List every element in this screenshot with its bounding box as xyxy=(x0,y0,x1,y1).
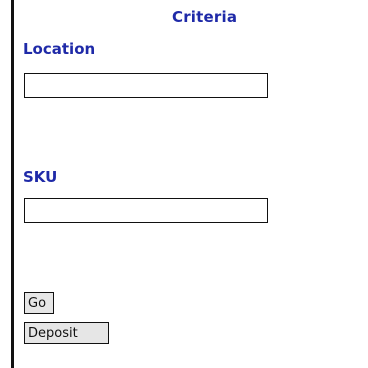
window-left-border xyxy=(11,0,14,368)
sku-label: SKU xyxy=(23,168,58,186)
sku-input[interactable] xyxy=(24,198,268,223)
location-label: Location xyxy=(23,40,96,58)
deposit-button[interactable]: Deposit xyxy=(24,322,109,344)
go-button[interactable]: Go xyxy=(24,292,54,314)
criteria-screen: Criteria Location SKU Go Deposit xyxy=(0,0,368,368)
location-input[interactable] xyxy=(24,73,268,98)
page-title: Criteria xyxy=(172,8,238,26)
